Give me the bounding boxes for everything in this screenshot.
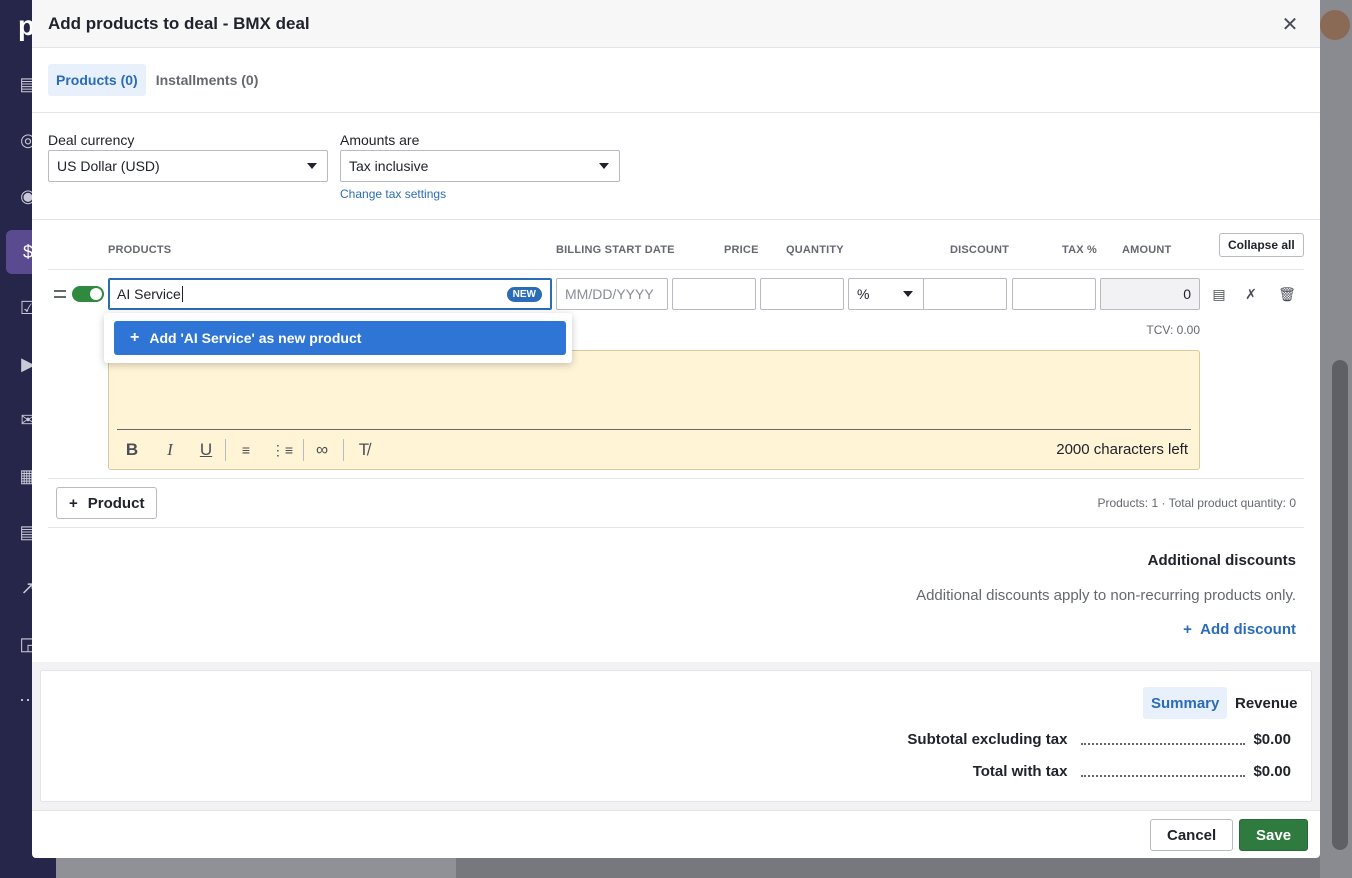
divider — [48, 527, 1304, 528]
add-new-product-label: Add 'AI Service' as new product — [149, 330, 362, 346]
bold-icon[interactable]: B — [121, 439, 143, 461]
note-icon[interactable]: ▤ — [1210, 285, 1228, 303]
tax-input[interactable] — [1012, 278, 1096, 310]
toolbar-divider — [225, 439, 226, 461]
amount-value: 0 — [1183, 286, 1191, 302]
date-placeholder: MM/DD/YYYY — [565, 286, 654, 302]
discount-type-select[interactable]: % — [848, 278, 924, 310]
close-icon[interactable]: ✕ — [1278, 12, 1302, 36]
save-button[interactable]: Save — [1239, 819, 1309, 851]
modal-title: Add products to deal - BMX deal — [48, 13, 310, 33]
deal-settings: Deal currency US Dollar (USD) Amounts ar… — [32, 113, 1320, 220]
modal-footer: Cancel Save — [32, 810, 1320, 858]
amounts-label: Amounts are — [340, 132, 420, 148]
change-tax-settings-link[interactable]: Change tax settings — [340, 187, 446, 201]
trash-icon[interactable]: 🗑 — [1278, 285, 1296, 303]
chars-left: 2000 characters left — [1056, 441, 1188, 458]
price-input[interactable] — [672, 278, 756, 310]
tab-products[interactable]: Products (0) — [48, 64, 146, 96]
total-value: $0.00 — [1253, 763, 1291, 780]
bullet-list-icon[interactable]: ⋮≡ — [271, 439, 293, 461]
col-tax: TAX % — [1062, 244, 1098, 256]
tcv-value: TCV: 0.00 — [1146, 323, 1200, 337]
amounts-select[interactable]: Tax inclusive — [340, 150, 620, 182]
discount-type-value: % — [857, 286, 870, 302]
toolbar-divider — [303, 439, 304, 461]
col-amount: AMOUNT — [1122, 244, 1172, 256]
add-discount-link[interactable]: + Add discount — [1183, 621, 1296, 638]
product-note-editor[interactable]: B I U ≡ ⋮≡ ∞ T̸ 2000 characters left — [108, 350, 1200, 470]
avatar[interactable] — [1320, 10, 1350, 40]
clear-format-icon[interactable]: T̸ — [353, 439, 375, 461]
product-autocomplete-dropdown: + Add 'AI Service' as new product — [104, 313, 572, 363]
dot-leader — [1081, 767, 1246, 777]
product-name-input[interactable]: AI Service NEW — [108, 278, 552, 310]
amount-field: 0 — [1100, 278, 1200, 310]
summary-area: Summary Revenue Subtotal excluding tax $… — [32, 662, 1320, 810]
total-label: Total with tax — [972, 763, 1068, 780]
quantity-input[interactable] — [760, 278, 844, 310]
chevron-down-icon — [903, 291, 913, 297]
collapse-all-button[interactable]: Collapse all — [1219, 233, 1304, 257]
col-price: PRICE — [724, 244, 759, 256]
new-badge: NEW — [506, 287, 542, 302]
additional-discounts-note: Additional discounts apply to non-recurr… — [916, 587, 1296, 604]
dot-leader — [1081, 735, 1246, 745]
currency-select[interactable]: US Dollar (USD) — [48, 150, 328, 182]
add-new-product-option[interactable]: + Add 'AI Service' as new product — [114, 321, 566, 355]
plus-icon: + — [1183, 621, 1201, 638]
chevron-down-icon — [307, 163, 317, 169]
underline-icon[interactable]: U — [195, 439, 217, 461]
divider — [48, 269, 1304, 270]
currency-value: US Dollar (USD) — [57, 158, 160, 174]
amounts-value: Tax inclusive — [349, 158, 429, 174]
collapse-row-icon[interactable]: ✗ — [1242, 285, 1260, 303]
italic-icon[interactable]: I — [159, 439, 181, 461]
text-cursor — [181, 286, 183, 302]
app-scrollbar[interactable] — [1332, 360, 1348, 850]
col-discount: DISCOUNT — [950, 244, 1010, 256]
tab-summary[interactable]: Summary — [1143, 687, 1228, 719]
toolbar-divider — [343, 439, 344, 461]
add-discount-label: Add discount — [1200, 621, 1296, 638]
subtotal-row: Subtotal excluding tax $0.00 — [907, 731, 1291, 748]
additional-discounts-title: Additional discounts — [1147, 552, 1296, 569]
total-row: Total with tax $0.00 — [973, 763, 1291, 780]
col-products: PRODUCTS — [108, 244, 172, 256]
product-row-toggle[interactable] — [72, 286, 104, 302]
billing-start-date-input[interactable]: MM/DD/YYYY — [556, 278, 668, 310]
discount-input[interactable] — [923, 278, 1007, 310]
col-billing-start: BILLING START DATE — [556, 244, 675, 256]
product-name-value: AI Service — [117, 286, 181, 302]
cancel-button[interactable]: Cancel — [1150, 819, 1234, 851]
editor-divider — [117, 429, 1191, 430]
chevron-down-icon — [599, 163, 609, 169]
plus-icon: + — [130, 329, 140, 346]
modal-tabs: Products (0) Installments (0) — [32, 48, 1320, 113]
summary-card: Summary Revenue Subtotal excluding tax $… — [40, 670, 1312, 802]
add-product-label: Product — [87, 494, 145, 512]
divider — [48, 478, 1304, 479]
plus-icon: + — [69, 494, 78, 512]
app-bottom-bar — [56, 858, 456, 878]
add-products-modal: Add products to deal - BMX deal ✕ Produc… — [32, 0, 1320, 858]
numbered-list-icon[interactable]: ≡ — [235, 439, 257, 461]
subtotal-label: Subtotal excluding tax — [907, 731, 1068, 748]
currency-label: Deal currency — [48, 132, 135, 148]
tab-installments[interactable]: Installments (0) — [148, 64, 267, 96]
products-summary: Products: 1 · Total product quantity: 0 — [1097, 496, 1296, 510]
col-quantity: QUANTITY — [786, 244, 844, 256]
tab-revenue[interactable]: Revenue — [1227, 687, 1306, 719]
modal-header: Add products to deal - BMX deal — [32, 0, 1320, 48]
subtotal-value: $0.00 — [1253, 731, 1291, 748]
add-product-button[interactable]: + Product — [56, 487, 158, 519]
link-icon[interactable]: ∞ — [311, 439, 333, 461]
drag-handle-icon[interactable] — [54, 290, 66, 298]
